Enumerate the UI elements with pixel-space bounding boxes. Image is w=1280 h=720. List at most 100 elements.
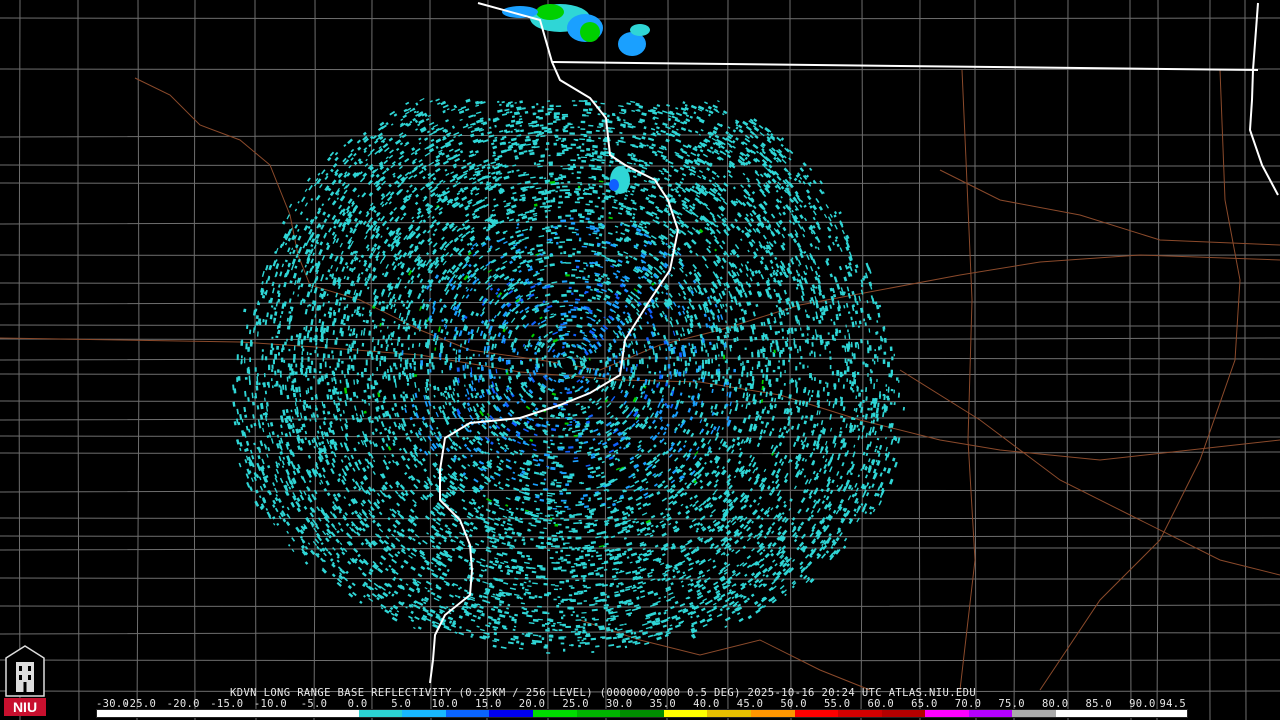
echo-pixel: [798, 377, 801, 381]
echo-pixel: [726, 369, 729, 375]
echo-pixel: [565, 625, 571, 628]
echo-pixel: [778, 360, 780, 363]
echo-pixel: [544, 593, 550, 597]
echo-pixel: [584, 100, 588, 103]
echo-pixel: [353, 354, 357, 360]
echo-pixel: [560, 219, 567, 223]
echo-pixel: [667, 364, 671, 369]
echo-pixel: [456, 367, 460, 372]
echo-pixel: [809, 373, 812, 379]
echo-pixel: [258, 382, 261, 386]
echo-pixel: [584, 618, 587, 622]
echo-pixel: [485, 362, 487, 366]
echo-pixel: [553, 134, 557, 137]
echo-pixel: [878, 304, 882, 308]
echo-pixel: [329, 366, 331, 369]
echo-pixel: [587, 623, 592, 627]
echo-pixel: [322, 353, 326, 359]
echo-pixel: [764, 364, 768, 367]
echo-pixel: [762, 373, 765, 378]
echo-pixel: [784, 370, 786, 374]
echo-pixel: [389, 365, 392, 368]
echo-pixel: [789, 353, 792, 359]
echo-pixel: [303, 335, 307, 341]
echo-pixel: [583, 623, 587, 626]
echo-pixel: [563, 300, 569, 303]
echo-pixel: [705, 349, 708, 353]
echo-pixel: [302, 348, 305, 352]
echo-pixel: [331, 350, 334, 354]
echo-pixel: [279, 373, 282, 378]
echo-pixel: [348, 344, 351, 349]
echo-pixel: [882, 393, 886, 397]
echo-pixel: [842, 384, 845, 389]
echo-pixel: [567, 181, 571, 184]
echo-pixel: [591, 555, 594, 558]
echo-pixel: [722, 376, 725, 379]
echo-pixel: [583, 547, 586, 550]
echo-pixel: [790, 327, 794, 331]
echo-pixel: [280, 357, 284, 363]
echo-pixel: [893, 353, 895, 357]
echo-pixel: [585, 264, 589, 267]
echo-pixel: [399, 363, 402, 368]
echo-pixel: [538, 635, 542, 638]
echo-pixel: [811, 336, 815, 340]
echo-pixel: [349, 355, 351, 360]
echo-pixel: [566, 290, 572, 293]
echo-pixel: [571, 548, 575, 551]
echo-pixel: [559, 510, 566, 513]
echo-pixel: [510, 104, 514, 108]
echo-pixel: [252, 401, 255, 406]
echo-pixel: [275, 383, 278, 387]
echo-pixel: [862, 414, 865, 418]
echo-pixel: [334, 367, 337, 371]
echo-pixel: [782, 347, 785, 352]
echo-pixel: [570, 222, 576, 225]
echo-pixel: [772, 369, 776, 373]
echo-pixel: [695, 361, 697, 365]
echo-pixel: [561, 616, 564, 620]
echo-pixel: [597, 196, 601, 200]
echo-pixel: [270, 343, 274, 349]
echo-pixel: [314, 349, 317, 354]
echo-pixel: [785, 342, 789, 347]
echo-pixel: [876, 320, 879, 323]
echo-pixel: [567, 480, 572, 483]
echo-pixel: [236, 377, 239, 383]
echo-pixel: [576, 250, 581, 254]
echo-pixel: [601, 119, 606, 123]
echo-pixel: [853, 353, 856, 360]
echo-pixel: [395, 364, 397, 370]
echo-pixel: [338, 398, 342, 402]
echo-pixel: [548, 638, 553, 642]
echo-pixel: [377, 351, 381, 355]
echo-pixel: [539, 176, 544, 180]
echo-pixel: [575, 188, 581, 191]
echo-pixel: [602, 129, 606, 132]
echo-pixel: [571, 231, 577, 234]
echo-pixel: [813, 351, 816, 358]
echo-pixel: [770, 342, 773, 347]
echo-pixel: [560, 182, 564, 184]
echo-pixel: [344, 374, 346, 379]
echo-pixel: [578, 145, 582, 149]
echo-pixel: [346, 382, 350, 388]
echo-pixel: [271, 364, 274, 369]
echo-pixel: [564, 542, 570, 544]
echo-pixel: [511, 616, 515, 620]
echo-pixel: [270, 305, 274, 308]
echo-pixel: [335, 337, 339, 340]
echo-pixel: [269, 349, 273, 355]
echo-pixel: [549, 557, 554, 560]
echo-pixel: [597, 113, 601, 116]
echo-pixel: [244, 414, 248, 418]
echo-pixel: [528, 580, 531, 583]
echo-pixel: [570, 614, 574, 616]
echo-pixel: [393, 378, 397, 383]
echo-pixel: [558, 137, 562, 140]
echo-pixel: [279, 389, 283, 395]
echo-pixel: [560, 642, 565, 645]
echo-pixel: [876, 378, 878, 382]
echo-pixel: [561, 144, 568, 148]
